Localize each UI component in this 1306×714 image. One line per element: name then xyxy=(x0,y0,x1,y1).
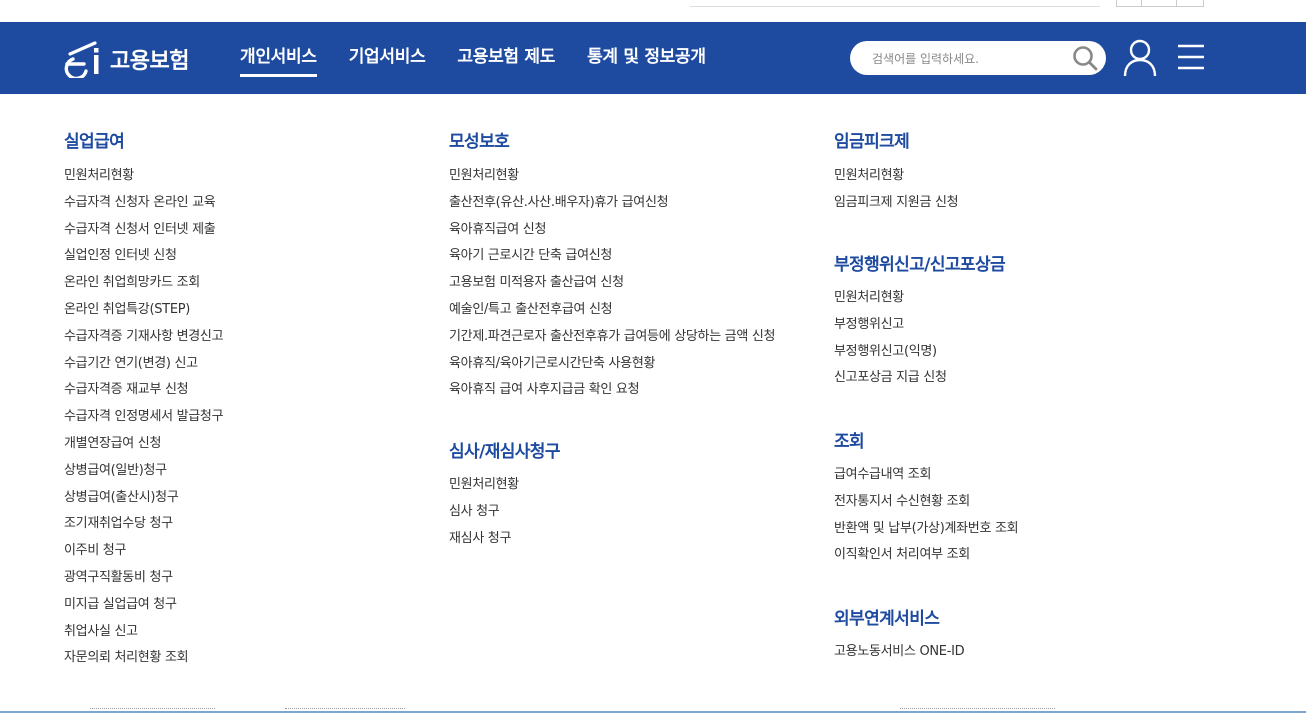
menu-link[interactable]: 심사 청구 xyxy=(449,499,519,526)
menu-link[interactable]: 기간제.파견근로자 출산전후휴가 급여등에 상당하는 금액 신청 xyxy=(449,324,775,351)
link-list-maternity-protection: 민원처리현황 출산전후(유산.사산.배우자)휴가 급여신청 육아휴직급여 신청 … xyxy=(449,163,775,404)
link-list-inquiry: 급여수급내역 조회 전자통지서 수신현황 조회 반환액 및 납부(가상)계좌번호… xyxy=(834,462,1019,569)
menu-link[interactable]: 이직확인서 처리여부 조회 xyxy=(834,542,1018,569)
group-title-wage-peak[interactable]: 임금피크제 xyxy=(834,127,910,152)
menu-link[interactable]: 미지급 실업급여 청구 xyxy=(64,592,223,619)
user-icon[interactable] xyxy=(1122,38,1158,78)
menu-link[interactable]: 육아기 근로시간 단축 급여신청 xyxy=(449,243,775,270)
mega-menu-panel: 실업급여 민원처리현황 수급자격 신청자 온라인 교육 수급자격 신청서 인터넷… xyxy=(0,94,1306,708)
menu-link[interactable]: 수급자격증 재교부 신청 xyxy=(64,377,223,404)
utility-buttons-fragment xyxy=(1116,0,1204,7)
search-input[interactable] xyxy=(870,41,1064,77)
menu-link[interactable]: 육아휴직/육아기근로시간단축 사용현황 xyxy=(449,351,775,378)
hamburger-menu-icon[interactable] xyxy=(1176,42,1206,72)
link-list-fraud-report: 민원처리현황 부정행위신고 부정행위신고(익명) 신고포상금 지급 신청 xyxy=(834,285,947,392)
menu-link[interactable]: 부정행위신고(익명) xyxy=(834,339,947,366)
menu-link[interactable]: 수급자격 신청서 인터넷 제출 xyxy=(64,217,223,244)
group-title-external-services[interactable]: 외부연계서비스 xyxy=(834,604,940,629)
search-icon[interactable] xyxy=(1072,45,1098,71)
site-logo[interactable]: 고용보험 xyxy=(64,40,189,78)
link-list-appeal-request: 민원처리현황 심사 청구 재심사 청구 xyxy=(449,472,519,552)
menu-link[interactable]: 재심사 청구 xyxy=(449,526,519,553)
menu-link[interactable]: 임금피크제 지원금 신청 xyxy=(834,190,959,217)
menu-link[interactable]: 실업인정 인터넷 신청 xyxy=(64,243,223,270)
menu-link[interactable]: 반환액 및 납부(가상)계좌번호 조회 xyxy=(834,516,1019,543)
header-bar: 고용보험 개인서비스 기업서비스 고용보험 제도 통계 및 정보공개 xyxy=(0,22,1306,94)
ei-logo-icon xyxy=(64,41,99,78)
group-title-fraud-report[interactable]: 부정행위신고/신고포상금 xyxy=(834,250,1006,275)
nav-item-personal-services[interactable]: 개인서비스 xyxy=(240,22,317,94)
menu-link[interactable]: 조기재취업수당 청구 xyxy=(64,511,223,538)
menu-link[interactable]: 상병급여(출산시)청구 xyxy=(64,485,223,512)
group-title-maternity-protection[interactable]: 모성보호 xyxy=(449,127,510,152)
menu-link[interactable]: 급여수급내역 조회 xyxy=(834,462,1018,489)
menu-link[interactable]: 수급기간 연기(변경) 신고 xyxy=(64,351,223,378)
menu-link[interactable]: 고용노동서비스 ONE-ID xyxy=(834,639,965,666)
menu-link[interactable]: 전자통지서 수신현황 조회 xyxy=(834,489,1018,516)
menu-link[interactable]: 개별연장급여 신청 xyxy=(64,431,223,458)
nav-item-business-services[interactable]: 기업서비스 xyxy=(349,22,426,94)
group-title-inquiry[interactable]: 조회 xyxy=(834,427,865,452)
main-nav: 개인서비스 기업서비스 고용보험 제도 통계 및 정보공개 xyxy=(240,22,738,94)
menu-link[interactable]: 민원처리현황 xyxy=(449,472,519,499)
menu-link[interactable]: 온라인 취업특강(STEP) xyxy=(64,297,223,324)
menu-link[interactable]: 자문의뢰 처리현황 조회 xyxy=(64,645,223,672)
link-list-unemployment-benefit: 민원처리현황 수급자격 신청자 온라인 교육 수급자격 신청서 인터넷 제출 실… xyxy=(64,163,224,672)
menu-link[interactable]: 고용보험 미적용자 출산급여 신청 xyxy=(449,270,775,297)
menu-link[interactable]: 육아휴직 급여 사후지급금 확인 요청 xyxy=(449,377,775,404)
link-list-external-services: 고용노동서비스 ONE-ID xyxy=(834,639,965,666)
top-utility-strip xyxy=(0,0,1306,22)
menu-link[interactable]: 취업사실 신고 xyxy=(64,619,223,646)
group-title-appeal-request[interactable]: 심사/재심사청구 xyxy=(449,437,560,462)
menu-link[interactable]: 부정행위신고 xyxy=(834,312,947,339)
menu-link[interactable]: 예술인/특고 출산전후급여 신청 xyxy=(449,297,775,324)
menu-link[interactable]: 수급자격증 기재사항 변경신고 xyxy=(64,324,224,351)
logo-text: 고용보험 xyxy=(110,49,189,74)
group-title-unemployment-benefit[interactable]: 실업급여 xyxy=(64,127,125,152)
menu-link[interactable]: 수급자격 신청자 온라인 교육 xyxy=(64,190,223,217)
link-list-wage-peak: 민원처리현황 임금피크제 지원금 신청 xyxy=(834,163,959,217)
menu-link[interactable]: 민원처리현황 xyxy=(449,163,775,190)
menu-link[interactable]: 출산전후(유산.사산.배우자)휴가 급여신청 xyxy=(449,190,775,217)
menu-link[interactable]: 민원처리현황 xyxy=(834,285,947,312)
menu-link[interactable]: 온라인 취업희망카드 조회 xyxy=(64,270,223,297)
utility-links-fragment xyxy=(690,0,1100,7)
menu-link[interactable]: 민원처리현황 xyxy=(64,163,223,190)
bottom-divider xyxy=(0,711,1306,713)
menu-link[interactable]: 민원처리현황 xyxy=(834,163,958,190)
menu-link[interactable]: 수급자격 인정명세서 발급청구 xyxy=(64,404,224,431)
menu-link[interactable]: 육아휴직급여 신청 xyxy=(449,217,775,244)
menu-link[interactable]: 광역구직활동비 청구 xyxy=(64,565,223,592)
menu-link[interactable]: 상병급여(일반)청구 xyxy=(64,458,223,485)
nav-item-insurance-system[interactable]: 고용보험 제도 xyxy=(457,22,555,94)
nav-item-statistics[interactable]: 통계 및 정보공개 xyxy=(587,22,706,94)
menu-link[interactable]: 신고포상금 지급 신청 xyxy=(834,365,947,392)
menu-link[interactable]: 이주비 청구 xyxy=(64,538,223,565)
search-box xyxy=(850,41,1106,77)
